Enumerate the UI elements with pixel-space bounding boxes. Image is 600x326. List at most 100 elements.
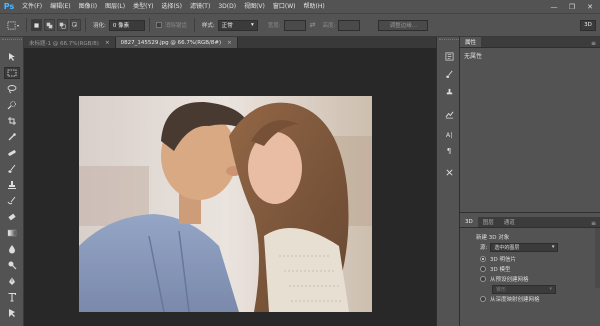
feather-input[interactable]: 0 像素 xyxy=(108,19,145,31)
separator xyxy=(26,18,27,32)
move-tool[interactable] xyxy=(4,51,20,63)
menu-view[interactable]: 视图(V) xyxy=(240,0,269,13)
tab-untitled[interactable]: 未标题-1 @ 66.7%(RGB/8) × xyxy=(24,37,116,48)
option-label: 从深度映射创建网格 xyxy=(490,297,540,303)
height-input[interactable] xyxy=(338,19,361,31)
eraser-tool[interactable] xyxy=(4,211,20,223)
width-input[interactable] xyxy=(283,19,306,31)
tab-3d[interactable]: 3D xyxy=(460,217,478,227)
history-brush-icon xyxy=(7,196,16,205)
bandage-icon xyxy=(8,150,16,156)
menu-file[interactable]: 文件(F) xyxy=(18,0,46,13)
type-tool[interactable] xyxy=(4,291,20,303)
quick-select-icon xyxy=(7,101,16,110)
right-panels: 属性 ≡ 无属性 3D 图层 通道 ≡ 新建 3D 对象 源: 选中的图层 ▾ … xyxy=(460,37,600,326)
model-radio[interactable] xyxy=(480,266,486,272)
menu-type[interactable]: 类型(Y) xyxy=(129,0,157,13)
menu-layer[interactable]: 图层(L) xyxy=(101,0,129,13)
path-select-tool[interactable] xyxy=(4,307,20,319)
document-image[interactable] xyxy=(79,96,372,312)
menu-image[interactable]: 图像(I) xyxy=(75,0,101,13)
pen-tool[interactable] xyxy=(4,275,20,287)
toolbox-grip[interactable] xyxy=(2,39,22,42)
preset-mesh-radio[interactable] xyxy=(480,276,486,282)
menu-window[interactable]: 窗口(W) xyxy=(269,0,300,13)
healing-brush-tool[interactable] xyxy=(4,147,20,159)
swap-dimensions-icon[interactable]: ⇄ xyxy=(310,21,316,29)
document-tabs: 未标题-1 @ 66.7%(RGB/8) × 0827_145529.jpg @… xyxy=(24,37,436,48)
postcard-radio[interactable] xyxy=(480,256,486,262)
scrollbar[interactable] xyxy=(595,228,600,288)
eyedropper-icon xyxy=(8,133,16,141)
character-panel-button[interactable]: A| xyxy=(443,129,455,140)
quick-select-tool[interactable] xyxy=(4,99,20,111)
width-label: 宽度: xyxy=(267,23,281,29)
brush-preset-icon xyxy=(445,70,453,78)
refine-edge-button[interactable]: 调整边缘... xyxy=(378,19,429,31)
add-selection-icon xyxy=(46,22,53,28)
subtract-selection-icon xyxy=(59,22,66,29)
tab-photo[interactable]: 0827_145529.jpg @ 66.7%(RGB/8#) × xyxy=(115,37,238,48)
close-window-button[interactable]: ✕ xyxy=(582,0,598,13)
paragraph-icon: ¶ xyxy=(446,146,451,155)
stamp-icon xyxy=(8,181,16,189)
brush-tool[interactable] xyxy=(4,163,20,175)
marquee-preset-picker[interactable]: ▾ xyxy=(4,19,22,31)
blur-tool[interactable] xyxy=(4,243,20,255)
history-panel-button[interactable] xyxy=(443,51,455,62)
panel-menu-icon[interactable]: ≡ xyxy=(591,220,596,227)
option-model[interactable]: 3D 模型 xyxy=(466,264,594,274)
dodge-tool[interactable] xyxy=(4,259,20,271)
option-depth-map[interactable]: 从深度映射创建网格 xyxy=(466,294,594,304)
app-logo: Ps xyxy=(3,2,15,11)
source-select[interactable]: 选中的图层 ▾ xyxy=(490,242,559,252)
workspace-switcher[interactable]: 3D xyxy=(580,19,596,31)
preset-mesh-select[interactable]: 锥形 ▾ xyxy=(492,284,556,294)
antialias-label: 消除锯齿 xyxy=(164,23,187,29)
tab-properties[interactable]: 属性 xyxy=(460,37,482,47)
dodge-icon xyxy=(8,261,17,270)
intersect-selection-button[interactable] xyxy=(70,19,81,31)
menu-select[interactable]: 选择(S) xyxy=(157,0,186,13)
close-tab-icon[interactable]: × xyxy=(105,40,110,46)
dock-grip[interactable] xyxy=(439,39,459,42)
subtract-selection-button[interactable] xyxy=(57,19,68,31)
option-postcard[interactable]: 3D 明信片 xyxy=(466,254,594,264)
menu-help[interactable]: 帮助(H) xyxy=(300,0,329,13)
history-brush-tool[interactable] xyxy=(4,195,20,207)
minimize-button[interactable]: — xyxy=(546,0,562,13)
gradient-icon xyxy=(7,229,17,237)
tab-layers[interactable]: 图层 xyxy=(478,217,499,227)
add-selection-button[interactable] xyxy=(44,19,55,31)
style-select[interactable]: 正常 ▾ xyxy=(217,19,258,31)
restore-button[interactable]: ❐ xyxy=(564,0,580,13)
menu-3d[interactable]: 3D(D) xyxy=(214,0,240,13)
panel-menu-icon[interactable]: ≡ xyxy=(591,40,596,47)
clone-stamp-tool[interactable] xyxy=(4,179,20,191)
option-preset-mesh[interactable]: 从预设创建网格 xyxy=(466,274,594,284)
gradient-tool[interactable] xyxy=(4,227,20,239)
3d-panel-tabs: 3D 图层 通道 ≡ xyxy=(460,217,600,228)
option-label: 从预设创建网格 xyxy=(490,277,529,283)
source-value: 选中的图层 xyxy=(494,244,520,251)
eyedropper-tool[interactable] xyxy=(4,131,20,143)
menu-edit[interactable]: 编辑(E) xyxy=(46,0,74,13)
rect-marquee-tool[interactable] xyxy=(4,67,20,79)
antialias-checkbox[interactable] xyxy=(155,22,162,28)
depth-map-radio[interactable] xyxy=(480,296,486,302)
new-selection-button[interactable] xyxy=(31,19,42,31)
paragraph-panel-button[interactable]: ¶ xyxy=(443,145,455,156)
clone-source-button[interactable] xyxy=(443,87,455,98)
tab-channels[interactable]: 通道 xyxy=(499,217,520,227)
crop-tool[interactable] xyxy=(4,115,20,127)
toolbox xyxy=(0,37,24,326)
close-tab-icon[interactable]: × xyxy=(227,40,232,46)
brush-preset-button[interactable] xyxy=(443,69,455,80)
lasso-tool[interactable] xyxy=(4,83,20,95)
clone-source-icon xyxy=(446,88,452,95)
style-label: 样式: xyxy=(201,23,215,29)
menu-filter[interactable]: 滤镜(T) xyxy=(186,0,214,13)
adjustments-button[interactable] xyxy=(443,109,455,120)
separator xyxy=(85,18,86,32)
tool-presets-button[interactable] xyxy=(443,167,455,178)
